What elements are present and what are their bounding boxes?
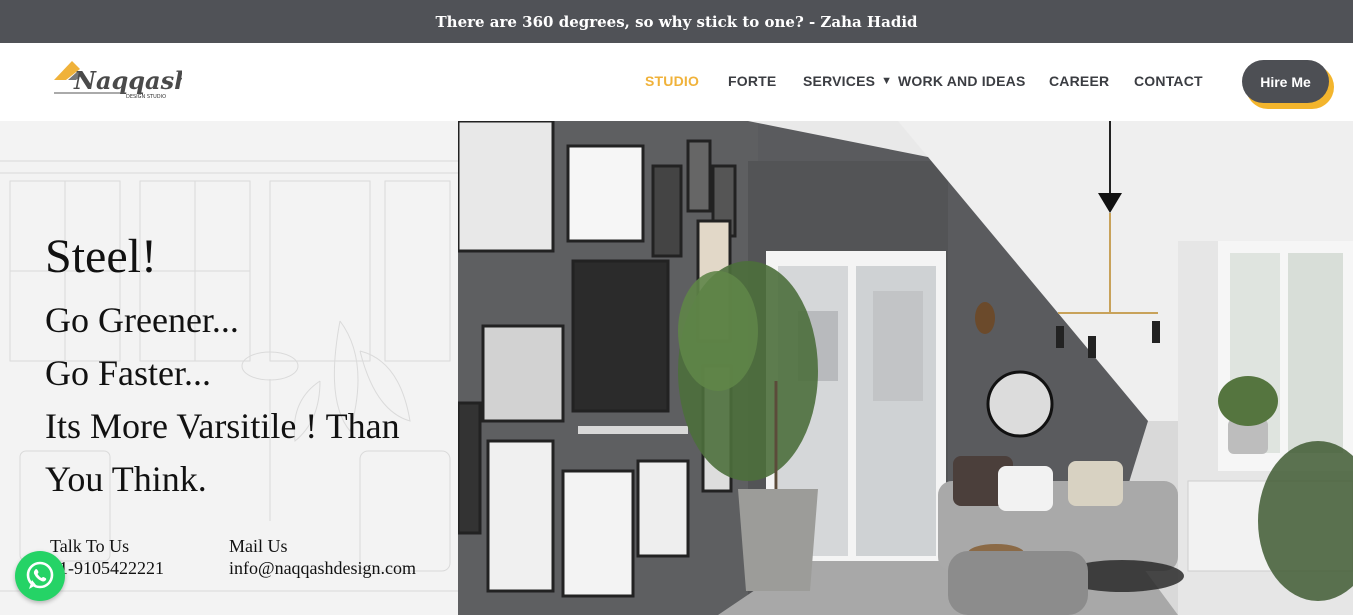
talk-to-us-label: Talk To Us xyxy=(50,536,130,556)
caret-down-icon[interactable]: ▼ xyxy=(881,75,892,87)
quote-bar: There are 360 degrees, so why stick to o… xyxy=(0,0,1353,43)
email-address[interactable]: info@naqqashdesign.com xyxy=(229,557,416,579)
hero-line-go-faster: Go Faster... xyxy=(45,353,211,393)
nav-work-and-ideas[interactable]: WORK AND IDEAS xyxy=(898,73,1026,89)
hero-line-go-greener: Go Greener... xyxy=(45,300,239,340)
hire-me: Hire Me xyxy=(1242,60,1334,109)
hire-me-button[interactable]: Hire Me xyxy=(1242,60,1329,103)
brand-logo[interactable]: Naqqash DESIGN STUDIO xyxy=(52,53,192,111)
nav-services-label[interactable]: SERVICES xyxy=(803,73,875,89)
quote-text: There are 360 degrees, so why stick to o… xyxy=(435,12,918,31)
site-header: Naqqash DESIGN STUDIO STUDIO FORTE SERVI… xyxy=(0,43,1353,121)
nav-studio[interactable]: STUDIO xyxy=(645,73,699,89)
svg-text:DESIGN STUDIO: DESIGN STUDIO xyxy=(126,94,166,100)
svg-text:Naqqash: Naqqash xyxy=(73,66,182,95)
hero-line-you-think: You Think. xyxy=(45,459,207,499)
phone-number[interactable]: 91-9105422221 xyxy=(50,557,164,579)
whatsapp-button[interactable] xyxy=(15,551,65,601)
nav-contact[interactable]: CONTACT xyxy=(1134,73,1203,89)
whatsapp-icon xyxy=(26,561,54,589)
hero-section: Steel! Go Greener... Go Faster... Its Mo… xyxy=(0,121,1353,615)
mail-us: Mail Us info@naqqashdesign.com xyxy=(229,535,416,579)
hero-line-versatile: Its More Varsitile ! Than xyxy=(45,406,400,446)
mail-us-label: Mail Us xyxy=(229,536,288,556)
interior-photo xyxy=(456,121,1353,615)
talk-to-us: Talk To Us 91-9105422221 xyxy=(50,535,164,579)
nav-services[interactable]: SERVICES ▼ xyxy=(803,73,892,89)
hero-headline: Steel! xyxy=(45,230,157,283)
hero-text-panel: Steel! Go Greener... Go Faster... Its Mo… xyxy=(0,121,458,615)
nav-career[interactable]: CAREER xyxy=(1049,73,1109,89)
nav-forte[interactable]: FORTE xyxy=(728,73,776,89)
hero-interior-image xyxy=(456,121,1353,615)
